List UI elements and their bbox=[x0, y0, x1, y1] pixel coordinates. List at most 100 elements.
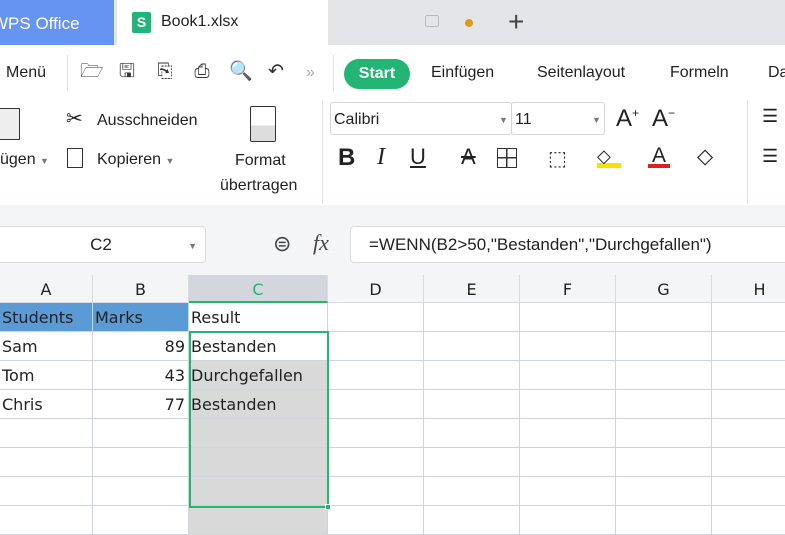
font-size-select[interactable]: 11 ▼ bbox=[511, 102, 605, 135]
cell-E2[interactable] bbox=[424, 332, 520, 361]
cell-E5[interactable] bbox=[424, 419, 520, 448]
cell-A6[interactable] bbox=[0, 448, 93, 477]
print-icon[interactable]: ⎙ bbox=[191, 61, 213, 83]
cell-C2[interactable]: Bestanden bbox=[189, 332, 328, 361]
increase-font-icon[interactable]: A+ bbox=[616, 105, 639, 133]
cell-F2[interactable] bbox=[520, 332, 616, 361]
cell-G1[interactable] bbox=[616, 303, 712, 332]
cell-H4[interactable] bbox=[712, 390, 785, 419]
cell-H1[interactable] bbox=[712, 303, 785, 332]
cell-H5[interactable] bbox=[712, 419, 785, 448]
cell-A5[interactable] bbox=[0, 419, 93, 448]
print-preview-icon[interactable]: 🔍 bbox=[229, 61, 253, 83]
decrease-font-icon[interactable]: A− bbox=[652, 105, 675, 133]
cell-C6[interactable] bbox=[189, 448, 328, 477]
cell-F4[interactable] bbox=[520, 390, 616, 419]
tab-einfuegen[interactable]: Einfügen bbox=[431, 64, 494, 82]
column-header-H[interactable]: H bbox=[712, 275, 785, 303]
cell-E1[interactable] bbox=[424, 303, 520, 332]
fx-icon[interactable]: fx bbox=[313, 230, 329, 256]
cell-G7[interactable] bbox=[616, 477, 712, 506]
eraser-icon[interactable]: ◇ bbox=[697, 144, 713, 169]
cell-G4[interactable] bbox=[616, 390, 712, 419]
cell-F1[interactable] bbox=[520, 303, 616, 332]
font-select[interactable]: Calibri ▼ bbox=[330, 102, 512, 135]
cell-A3[interactable]: Tom bbox=[0, 361, 93, 390]
cell-D1[interactable] bbox=[328, 303, 424, 332]
cell-B7[interactable] bbox=[93, 477, 189, 506]
cell-H3[interactable] bbox=[712, 361, 785, 390]
cell-D3[interactable] bbox=[328, 361, 424, 390]
formula-input[interactable]: =WENN(B2>50,"Bestanden","Durchgefallen") bbox=[350, 226, 785, 263]
column-header-C[interactable]: C bbox=[189, 275, 328, 303]
cell-C7[interactable] bbox=[189, 477, 328, 506]
column-header-E[interactable]: E bbox=[424, 275, 520, 303]
cell-E6[interactable] bbox=[424, 448, 520, 477]
cell-D2[interactable] bbox=[328, 332, 424, 361]
cell-B6[interactable] bbox=[93, 448, 189, 477]
tab-wps-office[interactable]: WPS Office bbox=[0, 0, 114, 45]
strikethrough-icon[interactable]: A bbox=[461, 144, 476, 170]
italic-icon[interactable]: I bbox=[377, 144, 385, 171]
cell-G6[interactable] bbox=[616, 448, 712, 477]
cell-D5[interactable] bbox=[328, 419, 424, 448]
copy-button[interactable]: Kopieren ▼ bbox=[97, 151, 174, 169]
cell-B5[interactable] bbox=[93, 419, 189, 448]
paste-button[interactable]: ügen ▼ bbox=[0, 151, 49, 169]
paste-icon[interactable] bbox=[0, 108, 20, 140]
align-top-icon[interactable]: ☰ bbox=[762, 106, 778, 127]
cell-A7[interactable] bbox=[0, 477, 93, 506]
new-tab-button[interactable]: + bbox=[508, 6, 524, 38]
cell-E4[interactable] bbox=[424, 390, 520, 419]
column-header-A[interactable]: A bbox=[0, 275, 93, 303]
menu-button[interactable]: Menü bbox=[6, 64, 46, 82]
cell-E7[interactable] bbox=[424, 477, 520, 506]
cell-C5[interactable] bbox=[189, 419, 328, 448]
cell-A4[interactable]: Chris bbox=[0, 390, 93, 419]
cell-D4[interactable] bbox=[328, 390, 424, 419]
cell-G5[interactable] bbox=[616, 419, 712, 448]
export-pdf-icon[interactable]: ⎘ bbox=[154, 61, 176, 83]
column-header-D[interactable]: D bbox=[328, 275, 424, 303]
cell-F7[interactable] bbox=[520, 477, 616, 506]
column-header-B[interactable]: B bbox=[93, 275, 189, 303]
align-left-icon[interactable]: ☰ bbox=[762, 146, 778, 167]
tab-start[interactable]: Start bbox=[344, 59, 410, 89]
format-painter-label[interactable]: Format bbox=[235, 152, 286, 170]
format-painter-icon[interactable] bbox=[250, 106, 276, 142]
more-button[interactable]: » bbox=[306, 64, 315, 82]
cell-D6[interactable] bbox=[328, 448, 424, 477]
open-icon[interactable]: 🗁 bbox=[80, 61, 104, 83]
tab-seitenlayout[interactable]: Seitenlayout bbox=[537, 64, 625, 82]
cell-F3[interactable] bbox=[520, 361, 616, 390]
cell-B2[interactable]: 89 bbox=[93, 332, 189, 361]
cell-H7[interactable] bbox=[712, 477, 785, 506]
cell-format-icon[interactable]: ⬚ bbox=[548, 146, 567, 171]
tab-formeln[interactable]: Formeln bbox=[670, 64, 729, 82]
monitor-icon[interactable] bbox=[425, 15, 439, 27]
cell-B3[interactable]: 43 bbox=[93, 361, 189, 390]
cell-H6[interactable] bbox=[712, 448, 785, 477]
zoom-formula-icon[interactable]: ⊜ bbox=[273, 231, 291, 257]
cell-A1[interactable]: Students bbox=[0, 303, 93, 332]
cell-G2[interactable] bbox=[616, 332, 712, 361]
column-header-G[interactable]: G bbox=[616, 275, 712, 303]
cell-D7[interactable] bbox=[328, 477, 424, 506]
save-icon[interactable]: 🖫 bbox=[116, 61, 138, 83]
cell-B1[interactable]: Marks bbox=[93, 303, 189, 332]
borders-icon[interactable] bbox=[497, 148, 517, 168]
tab-daten[interactable]: Da bbox=[768, 64, 785, 82]
fill-color-icon[interactable]: ◇ bbox=[597, 146, 621, 168]
cell-G3[interactable] bbox=[616, 361, 712, 390]
font-color-icon[interactable]: A bbox=[648, 144, 670, 168]
column-header-F[interactable]: F bbox=[520, 275, 616, 303]
cell-C3[interactable]: Durchgefallen bbox=[189, 361, 328, 390]
tab-book1[interactable]: S Book1.xlsx bbox=[117, 0, 328, 45]
format-painter-label-2[interactable]: übertragen bbox=[220, 177, 297, 195]
undo-icon[interactable]: ↶ bbox=[265, 61, 287, 83]
cell-F5[interactable] bbox=[520, 419, 616, 448]
fill-handle[interactable] bbox=[325, 504, 331, 510]
cell-A2[interactable]: Sam bbox=[0, 332, 93, 361]
underline-icon[interactable]: U bbox=[410, 144, 426, 170]
cell-C1[interactable]: Result bbox=[189, 303, 328, 332]
